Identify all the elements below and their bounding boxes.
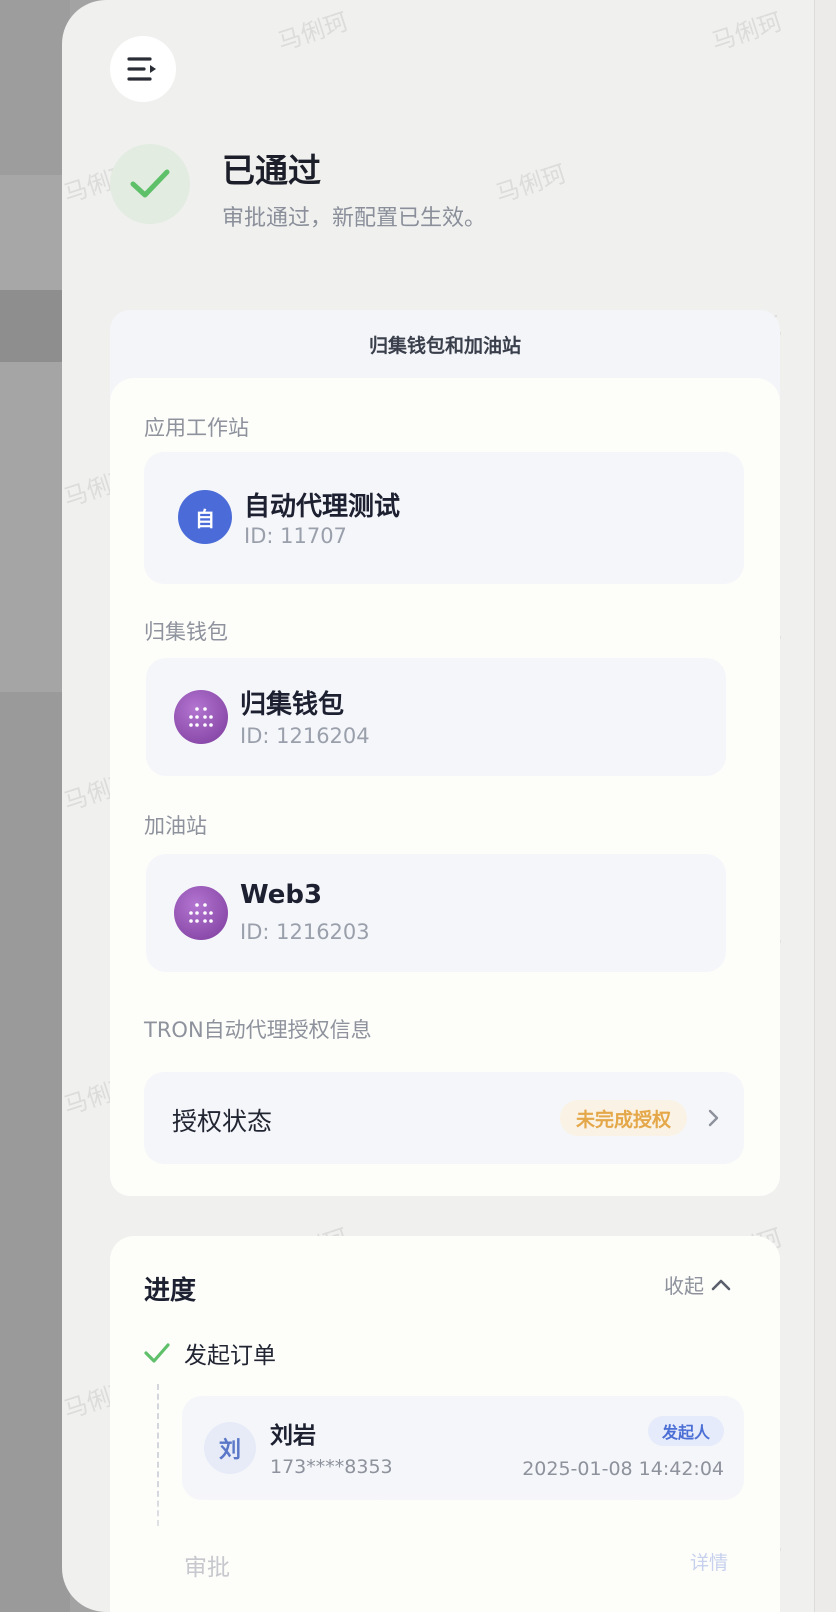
menu-collapse-button[interactable]	[110, 36, 176, 102]
watermark: 马俐珂	[708, 7, 786, 57]
collection-wallet-avatar	[174, 690, 228, 744]
auth-status-row[interactable]: 授权状态 未完成授权	[144, 1072, 744, 1164]
watermark: 马俐珂	[274, 7, 352, 57]
workstation-avatar: 自	[178, 490, 232, 544]
progress-card: 进度 收起 发起订单 刘 刘岩 173****8353 发起人 2025-01-…	[110, 1236, 780, 1612]
check-icon	[144, 1343, 170, 1363]
workstation-name: 自动代理测试	[244, 492, 401, 522]
initiator-phone: 173****8353	[270, 1456, 393, 1478]
workstation-id: ID: 11707	[244, 524, 347, 548]
chevron-right-icon	[708, 1109, 719, 1127]
wallet-gas-section: 归集钱包和加油站 应用工作站 自 自动代理测试 ID: 11707 归集钱包 归…	[110, 310, 780, 1196]
collection-wallet-name: 归集钱包	[240, 690, 345, 720]
gas-station-card[interactable]: Web3 ID: 1216203	[146, 854, 726, 972]
initiator-card: 刘 刘岩 173****8353 发起人 2025-01-08 14:42:04	[182, 1396, 744, 1500]
dot-grid-icon	[189, 903, 213, 923]
drawer-edge	[814, 0, 836, 1612]
role-badge: 发起人	[647, 1416, 724, 1446]
initiated-time: 2025-01-08 14:42:04	[522, 1458, 724, 1480]
gas-station-id: ID: 1216203	[240, 920, 370, 944]
group-label-collection-wallet: 归集钱包	[144, 620, 228, 644]
approval-drawer: 马俐珂 马俐珂 马俐珂 马俐珂 马俐珂 马俐珂 马俐珂 马俐珂 马俐珂 马俐珂 …	[62, 0, 836, 1612]
check-icon	[130, 169, 170, 198]
initiator-name: 刘岩	[270, 1423, 316, 1449]
step-label-initiate: 发起订单	[184, 1343, 276, 1369]
collapse-button[interactable]: 收起	[664, 1270, 732, 1299]
section-title: 归集钱包和加油站	[368, 334, 521, 357]
approved-status-icon	[110, 144, 190, 224]
avatar: 刘	[204, 1422, 256, 1474]
collapse-label: 收起	[664, 1274, 704, 1298]
auth-status-badge: 未完成授权	[560, 1100, 688, 1136]
step-label-approval: 审批	[184, 1555, 230, 1581]
collection-wallet-card[interactable]: 归集钱包 ID: 1216204	[146, 658, 726, 776]
progress-title: 进度	[144, 1276, 197, 1306]
gas-station-name: Web3	[240, 880, 323, 910]
chevron-up-icon	[711, 1279, 731, 1290]
group-label-tron-auth: TRON自动代理授权信息	[144, 1018, 372, 1042]
auth-status-label: 授权状态	[172, 1107, 273, 1136]
group-label-workstation: 应用工作站	[144, 416, 249, 440]
approval-detail-link[interactable]: 详情	[690, 1548, 728, 1575]
gas-station-avatar	[174, 886, 228, 940]
menu-collapse-icon	[127, 57, 156, 81]
workstation-card[interactable]: 自 自动代理测试 ID: 11707	[144, 452, 744, 584]
dot-grid-icon	[189, 707, 213, 727]
watermark: 马俐珂	[492, 159, 570, 209]
status-title: 已通过	[222, 151, 321, 190]
status-subtitle: 审批通过，新配置已生效。	[222, 206, 487, 231]
group-label-gas-station: 加油站	[144, 814, 207, 838]
collection-wallet-id: ID: 1216204	[240, 724, 370, 748]
